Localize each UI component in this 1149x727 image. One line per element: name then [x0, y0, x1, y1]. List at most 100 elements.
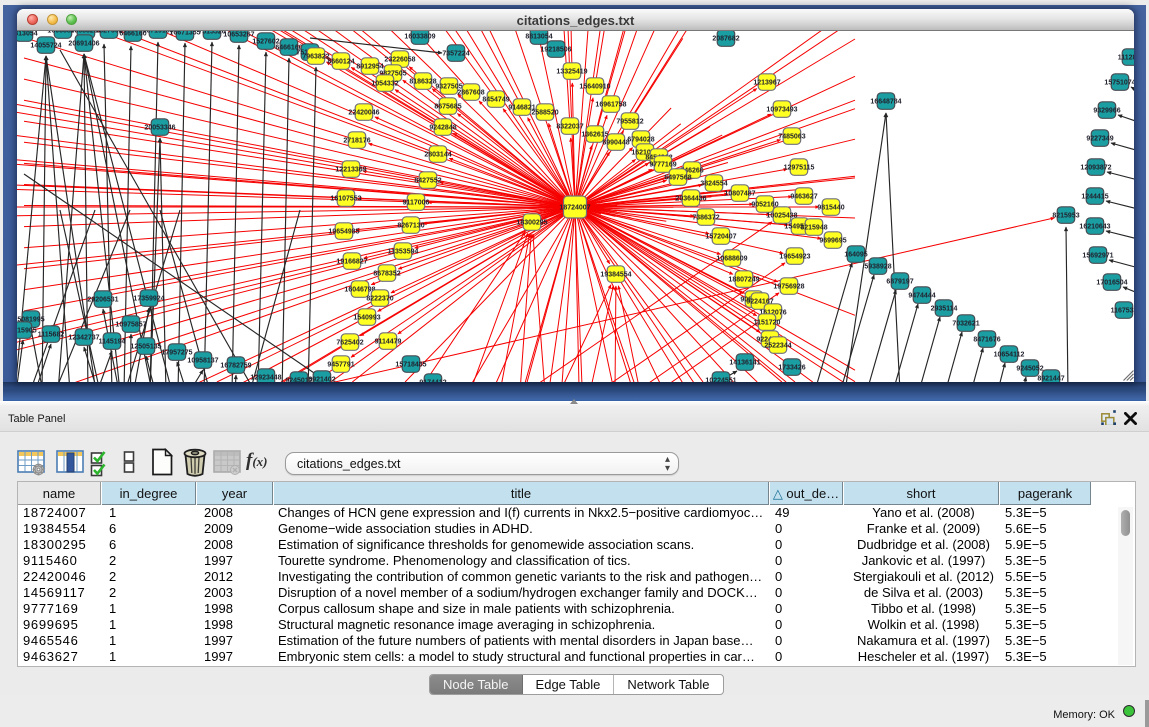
- svg-text:17359924: 17359924: [133, 296, 164, 303]
- svg-text:1151720: 1151720: [754, 320, 781, 327]
- svg-text:2718176: 2718176: [343, 138, 370, 145]
- svg-text:6497568: 6497568: [664, 175, 691, 182]
- svg-text:15640910: 15640910: [579, 84, 610, 91]
- svg-text:19218506: 19218506: [540, 47, 571, 54]
- svg-text:7386372: 7386372: [692, 215, 719, 222]
- svg-text:16033809: 16033809: [404, 34, 435, 41]
- svg-text:20206531: 20206531: [87, 297, 118, 304]
- svg-text:6879197: 6879197: [886, 279, 913, 286]
- svg-text:9245052: 9245052: [1016, 366, 1043, 373]
- svg-text:10973493: 10973493: [766, 107, 797, 114]
- svg-text:9329966: 9329966: [1093, 108, 1120, 115]
- svg-text:2588520: 2588520: [531, 110, 558, 117]
- svg-text:14055724: 14055724: [30, 43, 61, 50]
- svg-text:10688609: 10688609: [716, 256, 747, 263]
- svg-text:9117006: 9117006: [403, 200, 430, 207]
- svg-text:15692971: 15692971: [1082, 253, 1113, 260]
- svg-text:7515526: 7515526: [198, 31, 225, 36]
- svg-text:7485063: 7485063: [778, 134, 805, 141]
- svg-text:9815440: 9815440: [817, 205, 844, 212]
- svg-text:1112849: 1112849: [1118, 55, 1134, 62]
- svg-text:15718485: 15718485: [395, 362, 426, 369]
- svg-text:1167533: 1167533: [1111, 308, 1134, 315]
- svg-text:8267130: 8267130: [397, 223, 424, 230]
- svg-text:3915905: 3915905: [17, 328, 37, 335]
- svg-text:7357224: 7357224: [442, 51, 469, 58]
- svg-text:9699695: 9699695: [819, 238, 846, 245]
- svg-text:20364436: 20364436: [675, 196, 706, 203]
- svg-text:19166827: 19166827: [336, 259, 367, 266]
- svg-text:23226058: 23226058: [384, 57, 415, 64]
- svg-text:17957275: 17957275: [161, 350, 192, 357]
- svg-text:20691406: 20691406: [68, 41, 99, 48]
- svg-text:1362615: 1362615: [581, 132, 608, 139]
- svg-text:8921402: 8921402: [308, 377, 335, 383]
- svg-text:12213369: 12213369: [335, 167, 366, 174]
- svg-text:8678352: 8678352: [373, 271, 400, 278]
- svg-text:18300295: 18300295: [516, 220, 547, 227]
- svg-text:1540993: 1540993: [353, 315, 380, 322]
- svg-text:2803144: 2803144: [424, 152, 451, 159]
- svg-text:8427552: 8427552: [414, 178, 441, 185]
- svg-text:8921447: 8921447: [1037, 376, 1064, 383]
- svg-text:12923448: 12923448: [250, 375, 281, 382]
- svg-text:16671355: 16671355: [169, 31, 200, 37]
- svg-text:12093872: 12093872: [1080, 165, 1111, 172]
- svg-text:8813054: 8813054: [525, 34, 552, 41]
- svg-text:22420046: 22420046: [348, 110, 379, 117]
- svg-text:18724007: 18724007: [559, 205, 590, 212]
- svg-text:8471676: 8471676: [973, 337, 1000, 344]
- svg-text:15720407: 15720407: [705, 234, 736, 241]
- svg-text:8186328: 8186328: [409, 79, 436, 86]
- svg-text:9457791: 9457791: [327, 362, 354, 369]
- svg-text:3824554: 3824554: [700, 181, 727, 188]
- svg-text:1213967: 1213967: [753, 80, 780, 87]
- svg-text:2867608: 2867608: [457, 90, 484, 97]
- svg-text:12975115: 12975115: [784, 165, 815, 172]
- svg-text:1244415: 1244415: [1081, 194, 1108, 201]
- svg-text:8660124: 8660124: [327, 59, 354, 66]
- svg-text:10807487: 10807487: [724, 191, 755, 198]
- svg-text:8675685: 8675685: [434, 104, 461, 111]
- svg-text:8990448: 8990448: [602, 140, 629, 147]
- svg-text:14136141: 14136141: [729, 360, 760, 367]
- svg-text:8454749: 8454749: [482, 97, 509, 104]
- svg-text:8215948: 8215948: [800, 225, 827, 232]
- svg-text:13325419: 13325419: [556, 69, 587, 76]
- svg-text:9227349: 9227349: [1086, 136, 1113, 143]
- svg-text:10975857: 10975857: [115, 322, 146, 329]
- svg-text:5938928: 5938928: [864, 264, 891, 271]
- svg-text:9242848: 9242848: [429, 125, 456, 132]
- svg-text:7625402: 7625402: [336, 340, 363, 347]
- svg-text:15751074: 15751074: [1104, 80, 1134, 87]
- svg-text:7955812: 7955812: [616, 119, 643, 126]
- svg-text:19654985: 19654985: [328, 229, 359, 236]
- svg-text:12342737: 12342737: [68, 335, 99, 342]
- svg-text:9474444: 9474444: [908, 293, 935, 300]
- svg-text:8813054: 8813054: [17, 31, 38, 38]
- svg-text:8222370: 8222370: [366, 296, 393, 303]
- svg-text:1733426: 1733426: [778, 365, 805, 372]
- svg-text:10654112: 10654112: [994, 352, 1025, 359]
- svg-text:10958137: 10958137: [187, 358, 218, 365]
- svg-text:9777169: 9777169: [649, 162, 676, 169]
- svg-text:16782759: 16782759: [220, 363, 251, 370]
- svg-text:10224551: 10224551: [705, 378, 736, 383]
- svg-text:164095: 164095: [844, 252, 867, 259]
- svg-text:7963822: 7963822: [302, 54, 329, 61]
- svg-text:10653267: 10653267: [223, 32, 254, 39]
- svg-text:8215953: 8215953: [1052, 213, 1079, 220]
- svg-text:17016504: 17016504: [1096, 280, 1127, 287]
- svg-text:1054332: 1054332: [371, 81, 398, 88]
- svg-text:2935114: 2935114: [931, 306, 958, 313]
- svg-text:18807249: 18807249: [728, 277, 759, 284]
- svg-text:8322037: 8322037: [556, 124, 583, 131]
- svg-text:19756928: 19756928: [773, 284, 804, 291]
- svg-text:20053346: 20053346: [144, 125, 175, 132]
- svg-text:1115682: 1115682: [38, 332, 65, 339]
- svg-text:2522344: 2522344: [764, 343, 791, 350]
- svg-text:16210643: 16210643: [1079, 224, 1110, 231]
- svg-text:2087682: 2087682: [712, 36, 739, 43]
- svg-text:11353594: 11353594: [388, 249, 419, 256]
- svg-text:8912954: 8912954: [356, 64, 383, 71]
